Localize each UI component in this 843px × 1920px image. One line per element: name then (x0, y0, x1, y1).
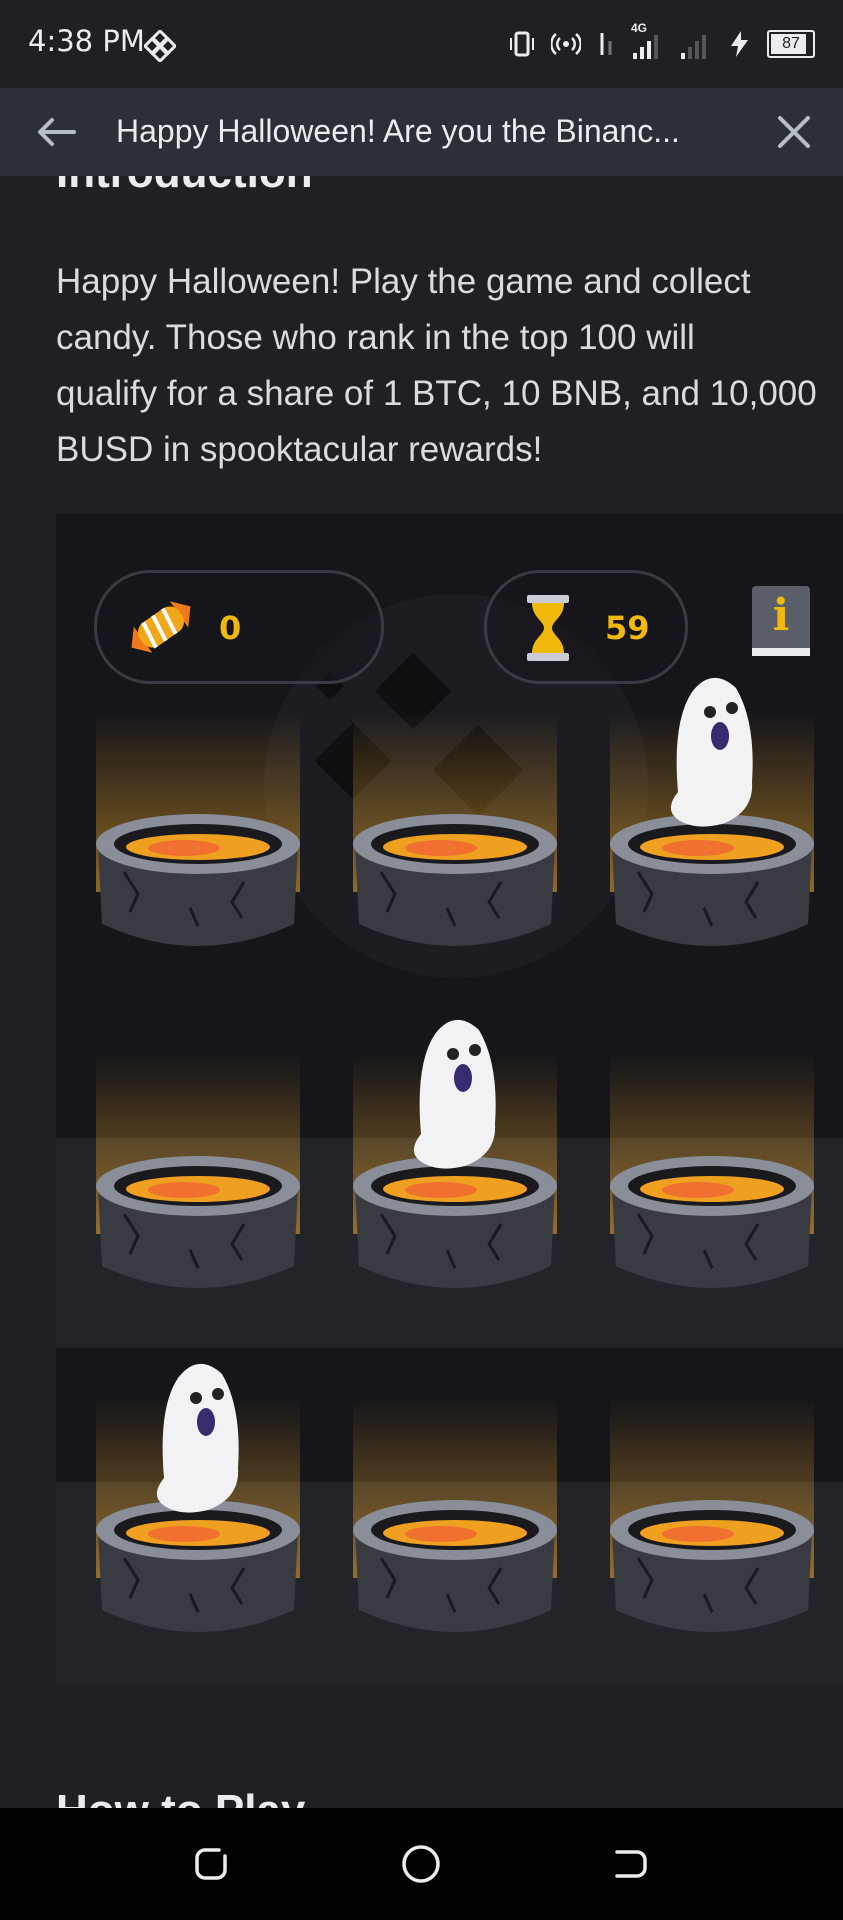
candy-counter: 0 (94, 570, 384, 684)
data-arrows-icon (600, 33, 612, 55)
home-icon[interactable] (399, 1842, 443, 1886)
pot-cell[interactable] (608, 1014, 816, 1304)
cauldron-pot (353, 1500, 557, 1632)
cauldron-pot (96, 1500, 300, 1632)
how-to-play-heading: How to Play (56, 1786, 305, 1808)
ghost-target[interactable] (652, 662, 772, 832)
cauldron-pot (610, 1500, 814, 1632)
hourglass-icon (527, 595, 569, 661)
cauldron-pot (96, 1156, 300, 1288)
intro-text: Happy Halloween! Play the game and colle… (56, 262, 817, 469)
page-title: Happy Halloween! Are you the Binanc... (116, 113, 680, 149)
pot-cell[interactable] (94, 1014, 302, 1304)
info-label: i (772, 590, 790, 641)
status-icons: 4G 87 (507, 21, 815, 64)
signal-icon (681, 35, 706, 59)
candy-icon (131, 601, 191, 653)
pot-cell[interactable] (351, 1014, 559, 1304)
pot-cell[interactable] (351, 1358, 559, 1648)
battery-icon: 87 (767, 30, 815, 58)
pot-cell[interactable] (608, 672, 816, 962)
halloween-game[interactable]: 0 59 i (56, 514, 843, 1684)
cauldron-pot (353, 814, 557, 946)
cauldron-pot (610, 1156, 814, 1288)
article-content[interactable]: Introduction Happy Halloween! Play the g… (0, 176, 843, 1808)
ghost-target[interactable] (138, 1348, 258, 1518)
close-icon[interactable] (772, 110, 816, 154)
pot-cell[interactable] (94, 672, 302, 962)
ghost-target[interactable] (395, 1004, 515, 1174)
cauldron-pot (96, 814, 300, 946)
charging-icon (731, 31, 748, 57)
status-bar: 4:38 PM 4G 87 (0, 0, 843, 88)
system-nav-bar (0, 1808, 843, 1920)
signal-icon: 4G (631, 21, 665, 61)
binance-logo-icon (142, 28, 178, 67)
cauldron-pot (353, 1156, 557, 1288)
intro-heading: Introduction (56, 176, 313, 198)
hotspot-icon (551, 33, 581, 55)
back-icon[interactable] (609, 1842, 653, 1886)
network-type: 4G (631, 21, 648, 35)
info-book-icon[interactable]: i (752, 586, 810, 662)
battery-level: 87 (782, 35, 800, 52)
cauldron-pot (610, 814, 814, 946)
recent-apps-icon[interactable] (189, 1842, 233, 1886)
app-bar: Happy Halloween! Are you the Binanc... (0, 88, 843, 176)
pot-cell[interactable] (351, 672, 559, 962)
vibrate-icon (510, 31, 534, 57)
status-time: 4:38 PM (28, 24, 145, 58)
arrow-left-icon[interactable] (34, 110, 78, 154)
candy-count: 0 (219, 609, 242, 647)
pot-cell[interactable] (608, 1358, 816, 1648)
timer-value: 59 (605, 609, 650, 647)
pot-cell[interactable] (94, 1358, 302, 1648)
